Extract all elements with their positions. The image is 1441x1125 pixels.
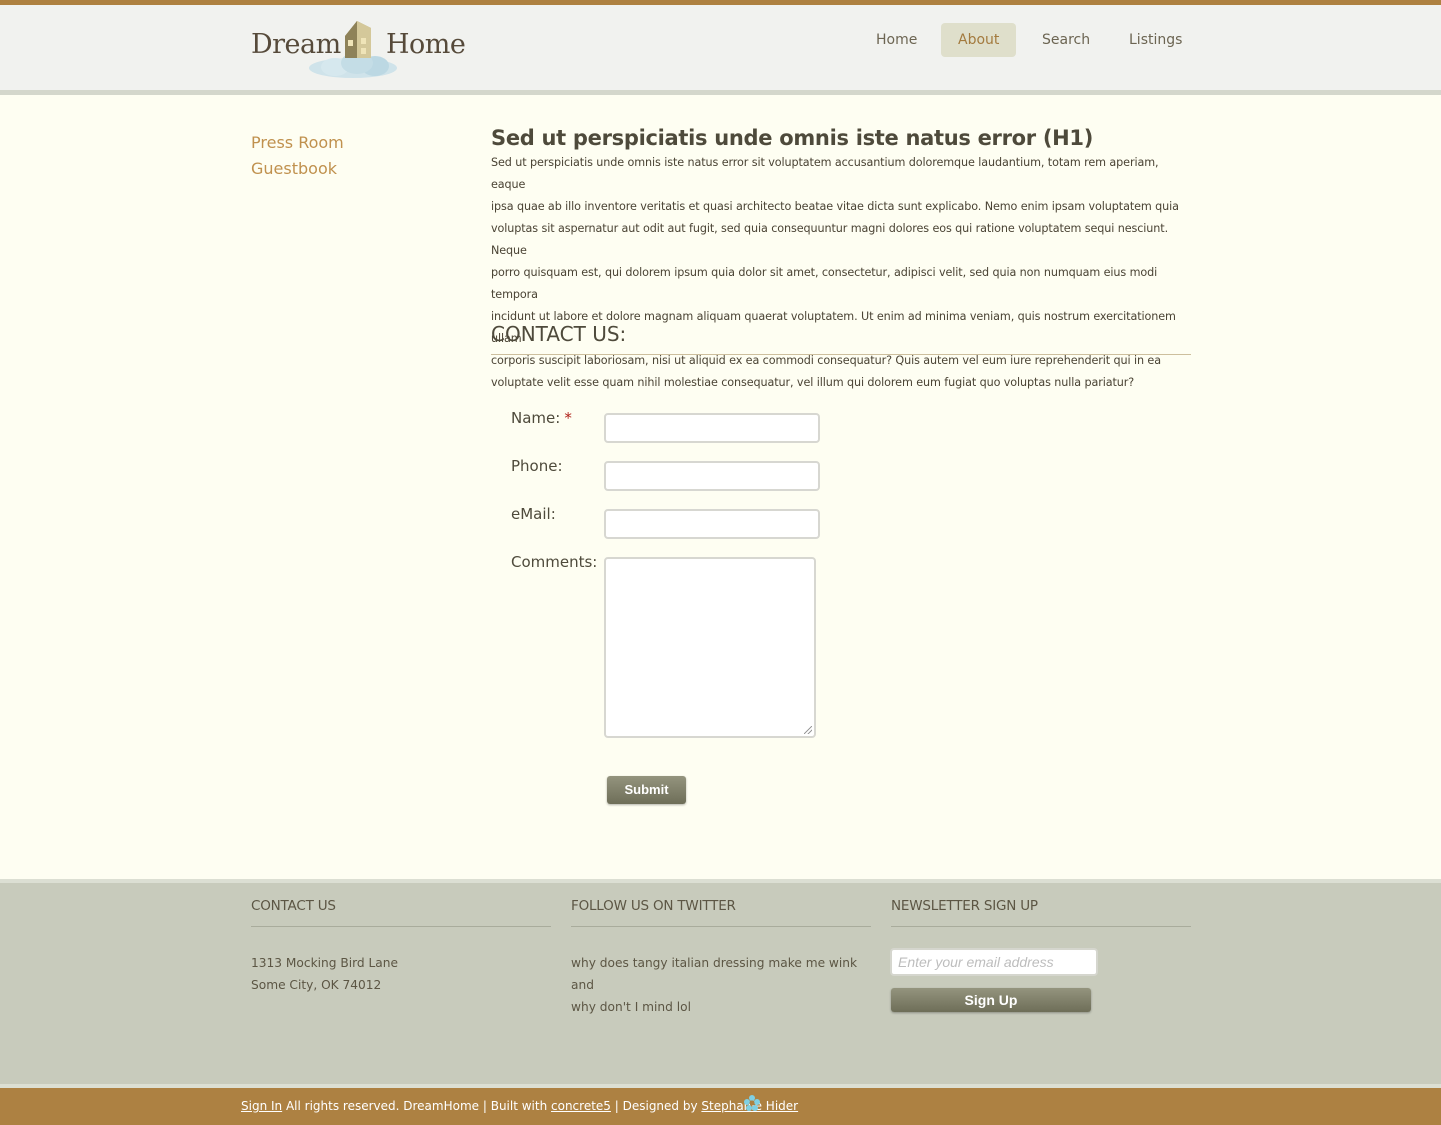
bottom-bar-text: Sign In All rights reserved. DreamHome |… bbox=[241, 1099, 798, 1113]
footer-twitter: FOLLOW US ON TWITTER why does tangy ital… bbox=[571, 898, 871, 1018]
bottom-bar-divider bbox=[0, 1084, 1441, 1088]
designed-by-text: | Designed by bbox=[610, 1099, 702, 1113]
phone-label: Phone: bbox=[511, 457, 563, 475]
resize-grip-icon[interactable] bbox=[804, 726, 812, 734]
body-line: ipsa quae ab illo inventore veritatis et… bbox=[491, 200, 1179, 213]
body-line: Sed ut perspiciatis unde omnis iste natu… bbox=[491, 156, 1159, 191]
logo-word-home: Home bbox=[386, 29, 466, 60]
address-line-2: Some City, OK 74012 bbox=[251, 978, 382, 992]
header-divider bbox=[0, 90, 1441, 95]
nav-home[interactable]: Home bbox=[859, 23, 934, 57]
body-line: porro quisquam est, qui dolorem ipsum qu… bbox=[491, 266, 1158, 301]
footer-contact-heading: CONTACT US bbox=[251, 898, 336, 914]
page-title: Sed ut perspiciatis unde omnis iste natu… bbox=[491, 126, 1094, 150]
footer-newsletter-heading: NEWSLETTER SIGN UP bbox=[891, 898, 1038, 914]
body-line: voluptate velit esse quam nihil molestia… bbox=[491, 376, 1135, 389]
required-mark: * bbox=[564, 409, 572, 427]
body-line: corporis suscipit laboriosam, nisi ut al… bbox=[491, 354, 1161, 367]
site-header bbox=[0, 5, 1441, 90]
sidebar-item-press-room[interactable]: Press Room bbox=[251, 130, 344, 156]
name-label: Name: * bbox=[511, 409, 572, 427]
comments-label: Comments: bbox=[511, 553, 598, 571]
footer-contact-divider bbox=[251, 926, 551, 927]
sidebar-item-guestbook[interactable]: Guestbook bbox=[251, 156, 344, 182]
newsletter-email-input[interactable]: Enter your email address bbox=[890, 948, 1098, 976]
body-line: voluptas sit aspernatur aut odit aut fug… bbox=[491, 222, 1169, 257]
submit-button[interactable]: Submit bbox=[607, 776, 686, 804]
nav-listings[interactable]: Listings bbox=[1112, 23, 1199, 57]
comments-textarea[interactable] bbox=[604, 557, 816, 738]
sign-up-button[interactable]: Sign Up bbox=[891, 988, 1091, 1012]
phone-field[interactable] bbox=[604, 461, 820, 491]
footer-divider bbox=[0, 879, 1441, 883]
body-paragraph: Sed ut perspiciatis unde omnis iste natu… bbox=[491, 152, 1191, 394]
rights-text: All rights reserved. DreamHome | Built w… bbox=[282, 1099, 552, 1113]
footer-twitter-heading: FOLLOW US ON TWITTER bbox=[571, 898, 736, 914]
site-logo[interactable]: Dream Home bbox=[251, 18, 466, 84]
name-label-text: Name: bbox=[511, 409, 561, 427]
contact-heading: CONTACT US: bbox=[491, 322, 627, 346]
sidebar: Press Room Guestbook bbox=[251, 130, 344, 182]
address-line-1: 1313 Mocking Bird Lane bbox=[251, 956, 398, 970]
sign-in-link[interactable]: Sign In bbox=[241, 1099, 282, 1113]
email-label: eMail: bbox=[511, 505, 556, 523]
contact-divider bbox=[491, 354, 1191, 355]
name-field[interactable] bbox=[604, 413, 820, 443]
tweet-line-2: why don't I mind lol bbox=[571, 1000, 691, 1014]
flower-icon bbox=[744, 1095, 760, 1111]
footer-newsletter: NEWSLETTER SIGN UP bbox=[891, 898, 1191, 914]
tweet-line-1: why does tangy italian dressing make me … bbox=[571, 956, 858, 992]
nav-search[interactable]: Search bbox=[1025, 23, 1107, 57]
footer-newsletter-divider bbox=[891, 926, 1191, 927]
footer-contact: CONTACT US 1313 Mocking Bird Lane Some C… bbox=[251, 898, 551, 996]
concrete5-link[interactable]: concrete5 bbox=[551, 1099, 611, 1113]
nav-about[interactable]: About bbox=[941, 23, 1017, 57]
footer-twitter-divider bbox=[571, 926, 871, 927]
email-field[interactable] bbox=[604, 509, 820, 539]
